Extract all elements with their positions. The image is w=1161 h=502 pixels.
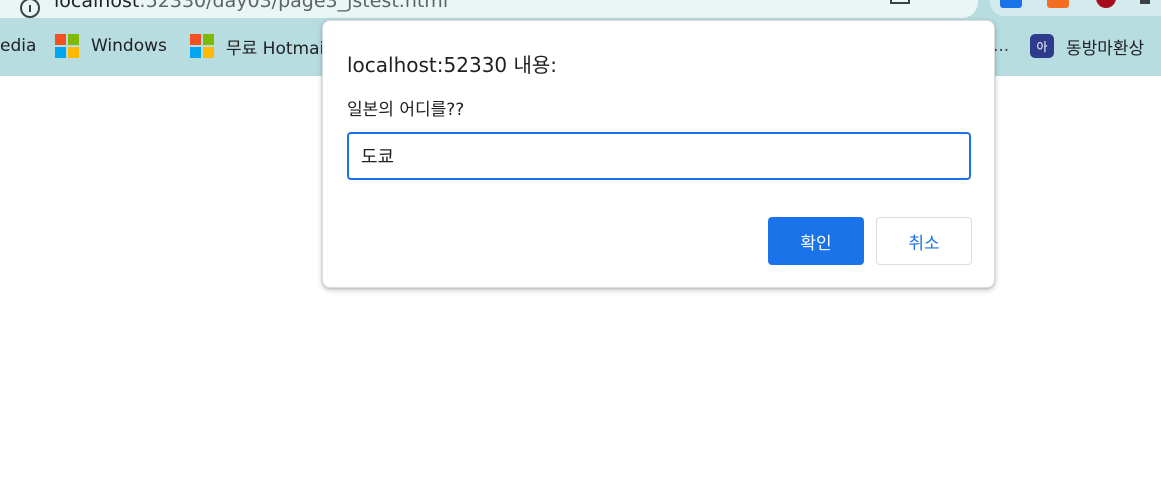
prompt-dialog: localhost:52330 내용: 일본의 어디를?? 확인 취소 xyxy=(322,20,995,288)
extension-shield-icon[interactable] xyxy=(1096,0,1116,8)
extension-icon[interactable] xyxy=(1140,0,1150,4)
address-bar[interactable]: localhost:52330/day03/page3_jstest.html … xyxy=(0,0,978,18)
prompt-input[interactable] xyxy=(347,132,971,180)
dialog-title: localhost:52330 내용: xyxy=(347,53,558,77)
bookmark-media[interactable]: edia xyxy=(0,33,36,59)
bookmark-star-icon[interactable]: ☆ xyxy=(940,0,960,4)
extensions-area xyxy=(990,0,1161,16)
share-icon[interactable] xyxy=(890,0,910,4)
microsoft-logo-icon xyxy=(55,34,79,58)
url-path: :52330/day03/page3_jstest.html xyxy=(139,0,449,12)
bookmark-hotmail[interactable]: 무료 Hotmail xyxy=(190,33,322,59)
bookmark-windows[interactable]: Windows xyxy=(55,33,167,59)
bookmark-overflow[interactable]: ... xyxy=(993,33,1009,59)
bookmark-dongbang[interactable]: 아 동방마환상 xyxy=(1030,33,1144,59)
site-info-icon[interactable] xyxy=(20,0,40,18)
bookmark-label: 동방마환상 xyxy=(1066,38,1145,59)
bookmark-label: Windows xyxy=(91,36,167,56)
site-favicon-icon: 아 xyxy=(1030,34,1054,58)
dialog-message: 일본의 어디를?? xyxy=(347,100,465,120)
extension-icon[interactable] xyxy=(1000,0,1022,8)
bookmark-label: edia xyxy=(0,36,37,56)
url-host: localhost xyxy=(54,0,140,12)
bookmark-label: 무료 Hotmail xyxy=(226,38,322,59)
cancel-button[interactable]: 취소 xyxy=(876,217,972,265)
overflow-label: ... xyxy=(993,36,1010,56)
extension-icon[interactable] xyxy=(1047,0,1069,8)
ok-button[interactable]: 확인 xyxy=(768,217,864,265)
address-url[interactable]: localhost:52330/day03/page3_jstest.html xyxy=(54,0,448,12)
microsoft-logo-icon xyxy=(190,34,214,58)
